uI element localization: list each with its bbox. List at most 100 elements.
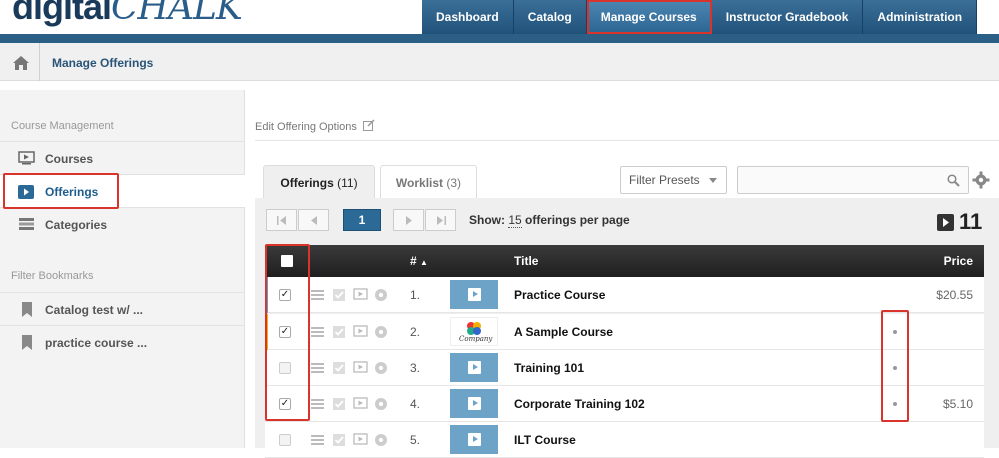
- sidebar-item-categories[interactable]: Categories: [0, 207, 245, 240]
- table-row[interactable]: 5. ILT Course: [265, 422, 984, 458]
- bookmark-label: Catalog test w/ ...: [45, 303, 144, 317]
- last-page-icon: [437, 216, 446, 225]
- row-checkbox[interactable]: ✓: [279, 289, 291, 301]
- menu-icon: [311, 327, 324, 337]
- bookmark-item[interactable]: Catalog test w/ ...: [0, 292, 245, 325]
- column-number[interactable]: # ▲: [410, 254, 428, 268]
- edit-offering-options-label: Edit Offering Options: [255, 121, 357, 133]
- menu-icon: [311, 363, 324, 373]
- row-checkbox[interactable]: [279, 434, 291, 446]
- gear-icon[interactable]: [972, 171, 990, 189]
- sidebar-item-courses[interactable]: Courses: [0, 141, 245, 174]
- categories-icon: [19, 218, 34, 230]
- next-page-button[interactable]: [393, 209, 424, 231]
- play-icon: [468, 361, 481, 374]
- total-count: 11: [959, 209, 983, 234]
- row-number: 1.: [410, 288, 421, 302]
- search-icon: [947, 174, 960, 187]
- courses-icon: [18, 151, 35, 165]
- check-icon: [333, 434, 345, 446]
- course-thumbnail[interactable]: [450, 353, 498, 382]
- status-circle-icon: [375, 326, 387, 338]
- digitalchalk-logo[interactable]: digitalCHALK: [12, 0, 243, 28]
- table-header: # ▲ Title Price: [265, 245, 984, 277]
- check-icon: [333, 398, 345, 410]
- row-checkbox[interactable]: ✓: [279, 326, 291, 338]
- row-action-icons: [311, 325, 387, 338]
- offerings-icon: [18, 185, 34, 199]
- table-row[interactable]: ✓ 2. Company A Sample Course: [265, 314, 984, 350]
- tab-worklist-count: (3): [446, 176, 462, 190]
- play-icon: [468, 288, 481, 301]
- table-row[interactable]: 3. Training 101: [265, 350, 984, 386]
- bookmark-icon: [22, 335, 32, 350]
- company-logo-text: Company: [459, 335, 493, 343]
- filter-presets-label: Filter Presets: [629, 173, 700, 187]
- chevron-down-icon: [709, 178, 717, 183]
- row-action-icons: [311, 361, 387, 374]
- prev-page-button[interactable]: [298, 209, 329, 231]
- row-number: 3.: [410, 361, 421, 375]
- column-title[interactable]: Title: [514, 254, 538, 268]
- menu-icon: [311, 399, 324, 409]
- course-thumbnail[interactable]: [450, 280, 498, 309]
- logo-script: CHALK: [111, 0, 243, 28]
- tab-offerings[interactable]: Offerings (11): [263, 165, 375, 199]
- status-circle-icon: [375, 289, 387, 301]
- edit-offering-options-link[interactable]: Edit Offering Options: [255, 119, 375, 133]
- tab-administration[interactable]: Administration: [863, 0, 978, 34]
- tab-offerings-label: Offerings: [280, 176, 334, 190]
- row-number: 2.: [410, 325, 421, 339]
- next-page-icon: [406, 216, 412, 225]
- search-input[interactable]: [737, 166, 969, 194]
- tab-worklist[interactable]: Worklist (3): [380, 165, 477, 199]
- sidebar-section-course-management: Course Management: [11, 120, 114, 132]
- select-all-checkbox[interactable]: [281, 255, 293, 267]
- course-price: $20.55: [936, 288, 973, 302]
- show-suffix: offerings per page: [525, 213, 630, 227]
- row-checkbox[interactable]: ✓: [279, 398, 291, 410]
- column-price[interactable]: Price: [944, 254, 973, 268]
- tab-instructor-gradebook[interactable]: Instructor Gradebook: [711, 0, 864, 34]
- tab-manage-courses[interactable]: Manage Courses: [586, 0, 712, 34]
- play-icon: [468, 433, 481, 446]
- sidebar: Course Management Courses Offerings Cate…: [0, 90, 245, 448]
- per-page-select[interactable]: 15: [508, 213, 522, 228]
- course-title-link[interactable]: Training 101: [514, 361, 584, 375]
- last-page-button[interactable]: [425, 209, 456, 231]
- bookmark-label: practice course ...: [45, 336, 148, 350]
- status-circle-icon: [375, 362, 387, 374]
- logo-main: digital: [12, 0, 112, 27]
- first-page-icon: [277, 216, 286, 225]
- page-number-button[interactable]: 1: [343, 209, 381, 231]
- course-title-link[interactable]: Corporate Training 102: [514, 397, 645, 411]
- preview-icon: [353, 433, 368, 445]
- menu-icon: [311, 435, 324, 445]
- table-row[interactable]: ✓ 1. Practice Course $20.55: [265, 277, 984, 313]
- course-thumbnail[interactable]: [450, 389, 498, 418]
- preview-icon: [353, 288, 368, 300]
- course-title-link[interactable]: A Sample Course: [514, 325, 613, 339]
- course-title-link[interactable]: ILT Course: [514, 433, 576, 447]
- table-row[interactable]: ✓ 4. Corporate Training 102 $5.10: [265, 386, 984, 422]
- course-thumbnail[interactable]: [450, 425, 498, 454]
- row-action-icons: [311, 397, 387, 410]
- tab-offerings-count: (11): [337, 176, 358, 190]
- sidebar-item-label: Categories: [45, 218, 108, 232]
- course-thumbnail[interactable]: Company: [450, 317, 498, 346]
- sidebar-section-filter-bookmarks: Filter Bookmarks: [11, 270, 94, 282]
- filter-presets-select[interactable]: Filter Presets: [620, 166, 727, 194]
- row-checkbox[interactable]: [279, 362, 291, 374]
- column-number-label: #: [410, 254, 417, 268]
- sidebar-item-offerings[interactable]: Offerings: [0, 174, 245, 207]
- bookmark-item[interactable]: practice course ...: [0, 325, 245, 358]
- first-page-button[interactable]: [266, 209, 297, 231]
- sidebar-item-label: Courses: [45, 152, 94, 166]
- breadcrumb-current[interactable]: Manage Offerings: [52, 56, 153, 70]
- tab-catalog[interactable]: Catalog: [513, 0, 587, 34]
- home-button[interactable]: [0, 43, 40, 81]
- menu-icon: [311, 290, 324, 300]
- sort-asc-icon: ▲: [420, 258, 428, 267]
- course-title-link[interactable]: Practice Course: [514, 288, 605, 302]
- tab-dashboard[interactable]: Dashboard: [422, 0, 514, 34]
